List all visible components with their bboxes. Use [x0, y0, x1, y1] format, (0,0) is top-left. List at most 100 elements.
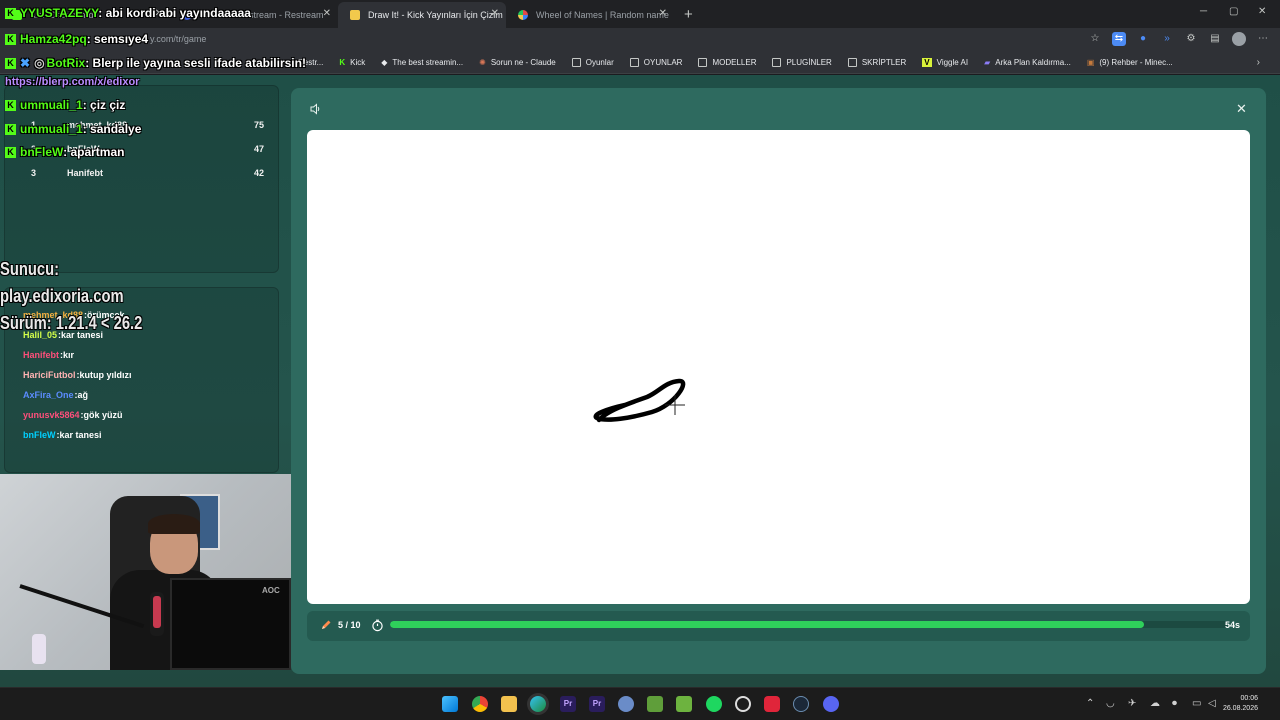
address-bar[interactable]: y.com/tr/game ☆ ⇆ ● » ⚙ ▤ ⋯	[0, 28, 1280, 52]
overlay-text: : Blerp ile yayına sesli ifade atabilirs…	[85, 56, 306, 70]
chevron-right-icon[interactable]: ›	[1257, 57, 1260, 68]
guess-text: ağ	[77, 390, 89, 400]
guess-text: kar tanesi	[59, 430, 102, 440]
bookmark-label: The best streamin...	[392, 58, 464, 67]
microphone-icon[interactable]: ⏺	[1172, 698, 1177, 709]
spotify-icon[interactable]	[706, 696, 722, 712]
bookmark-folder-oyunlar[interactable]: Oyunlar	[571, 58, 614, 67]
maximize-icon[interactable]: ▢	[1229, 6, 1238, 17]
bookmark-arka-plan[interactable]: ▰ Arka Plan Kaldırma...	[984, 58, 1071, 67]
premiere-icon[interactable]: Pr	[560, 696, 576, 712]
guess-user: yunusvk5864	[23, 410, 80, 420]
clock-time: 00:06	[1240, 695, 1258, 702]
headphones-icon[interactable]: ◡	[1106, 698, 1115, 709]
guess-message: bnFleW:kar tanesi	[23, 430, 102, 440]
audio-icon[interactable]: »	[1160, 32, 1174, 46]
rank-number: 3	[31, 168, 37, 178]
drawing-canvas[interactable]	[307, 130, 1250, 604]
cloud-icon[interactable]: ☁	[1150, 698, 1160, 709]
translate-icon[interactable]: ⇆	[1112, 32, 1126, 46]
tab-draw-it[interactable]: Draw It! - Kick Yayınları İçin Çizim ✕	[338, 2, 506, 28]
bookmark-kick[interactable]: K Kick	[339, 58, 365, 67]
new-tab-button[interactable]: +	[674, 6, 703, 28]
overlay-message: K ✖ ◎ BotRix: Blerp ile yayına sesli ifade …	[5, 56, 306, 70]
premiere-icon[interactable]: Pr	[589, 696, 605, 712]
minecraft-icon[interactable]	[647, 696, 663, 712]
close-icon[interactable]: ✕	[491, 8, 499, 19]
tab-wheel-of-names[interactable]: Wheel of Names | Random name ✕	[506, 2, 674, 28]
diamond-icon: ◆	[381, 58, 388, 67]
guess-user: Hanifebt	[23, 350, 59, 360]
minecraft-icon: ▣	[1086, 58, 1095, 67]
guess-user: bnFleW	[23, 430, 56, 440]
bookmark-label: OYUNLAR	[643, 58, 683, 67]
claude-icon: ✺	[479, 58, 486, 67]
time-progress-fill	[390, 621, 1145, 628]
system-clock[interactable]: 00:06 26.08.2026	[1223, 694, 1258, 714]
more-menu-icon[interactable]: ⋯	[1256, 32, 1270, 46]
folder-icon	[571, 58, 581, 67]
extension-icon[interactable]: ●	[1136, 32, 1150, 46]
bookmark-folder-oyunlar-caps[interactable]: OYUNLAR	[629, 58, 683, 67]
guess-user: HariciFutbol	[23, 370, 76, 380]
bookmark-viggle[interactable]: V Viggle AI	[922, 58, 968, 67]
overlay-text: : sandalye	[82, 122, 142, 136]
monitor-brand: AOC	[262, 586, 280, 595]
edge-icon[interactable]	[530, 696, 546, 712]
windows-start-icon[interactable]	[442, 696, 458, 712]
overlay-user: bnFleW	[20, 145, 64, 159]
drawing-stroke	[593, 378, 686, 423]
leaderboard-row: 3 Hanifebt 42	[5, 164, 280, 184]
chevron-up-icon[interactable]: ⌃	[1086, 698, 1094, 709]
close-icon[interactable]: ✕	[323, 8, 331, 19]
bookmark-streaming[interactable]: ◆ The best streamin...	[381, 58, 463, 67]
round-counter: 5 / 10	[338, 620, 361, 630]
speaker-icon[interactable]	[310, 103, 322, 115]
bookmark-claude[interactable]: ✺ Sorun ne - Claude	[479, 58, 556, 67]
gear-icon[interactable]	[618, 696, 634, 712]
overlay-user: BotRix	[46, 56, 86, 70]
bookmark-label: Oyunlar	[585, 58, 614, 67]
steam-icon[interactable]	[793, 696, 809, 712]
close-icon[interactable]: ✕	[1236, 101, 1247, 117]
server-version: Sürüm: 1.21.4 < 26.2	[0, 313, 143, 333]
leaderboard-panel: 1 mehmet_kd88 75 2 bnFleW 47 3 Hanifebt …	[4, 85, 279, 273]
bookmark-folder-skriptler[interactable]: SKRİPTLER	[847, 58, 907, 67]
opera-icon[interactable]	[764, 696, 780, 712]
minecraft-icon[interactable]	[676, 696, 692, 712]
overlay-text: : semsıye4	[86, 32, 149, 46]
bookmark-rehber[interactable]: ▣ (9) Rehber - Minec...	[1087, 58, 1173, 67]
steam-tray-icon[interactable]: ✈	[1128, 698, 1136, 709]
url-text[interactable]: y.com/tr/game	[150, 34, 206, 44]
bookmark-label: SKRİPTLER	[861, 58, 907, 67]
screen: Kick Dashboard ✕ Live with Restream - Re…	[0, 0, 1280, 720]
desk-lamp	[32, 634, 46, 664]
guess-message: yunusvk5864:gök yüzü	[23, 410, 123, 420]
overlay-message: Kummuali_1: sandalye	[5, 122, 141, 136]
pencil-icon	[350, 10, 360, 20]
close-window-icon[interactable]: ✕	[1258, 6, 1266, 17]
app-icon[interactable]	[735, 696, 751, 712]
guess-text: kutup yıldızı	[79, 370, 132, 380]
puzzle-icon[interactable]: ⚙	[1184, 32, 1198, 46]
chrome-icon[interactable]	[472, 696, 488, 712]
bookmark-label: Viggle AI	[936, 58, 969, 67]
kick-icon: K	[5, 124, 16, 135]
folder-icon[interactable]	[501, 696, 517, 712]
volume-icon[interactable]: ◁	[1208, 698, 1216, 709]
overlay-text: : çiz çiz	[82, 98, 126, 112]
sidebar-icon[interactable]: ▤	[1208, 32, 1222, 46]
guess-text: gök yüzü	[83, 410, 123, 420]
bookmark-folder-pluginler[interactable]: PLUGİNLER	[772, 58, 832, 67]
folder-icon	[847, 58, 857, 67]
guess-user: AxFira_One	[23, 390, 74, 400]
bookmark-folder-modeller[interactable]: MODELLER	[698, 58, 756, 67]
star-icon[interactable]: ☆	[1088, 32, 1102, 46]
minimize-icon[interactable]: ─	[1200, 6, 1207, 17]
avatar[interactable]	[1232, 32, 1246, 46]
discord-icon[interactable]	[823, 696, 839, 712]
player-score: 47	[253, 144, 264, 154]
close-icon[interactable]: ✕	[659, 8, 667, 19]
guess-message: AxFira_One:ağ	[23, 390, 89, 400]
monitor-icon[interactable]: ▭	[1192, 698, 1201, 709]
